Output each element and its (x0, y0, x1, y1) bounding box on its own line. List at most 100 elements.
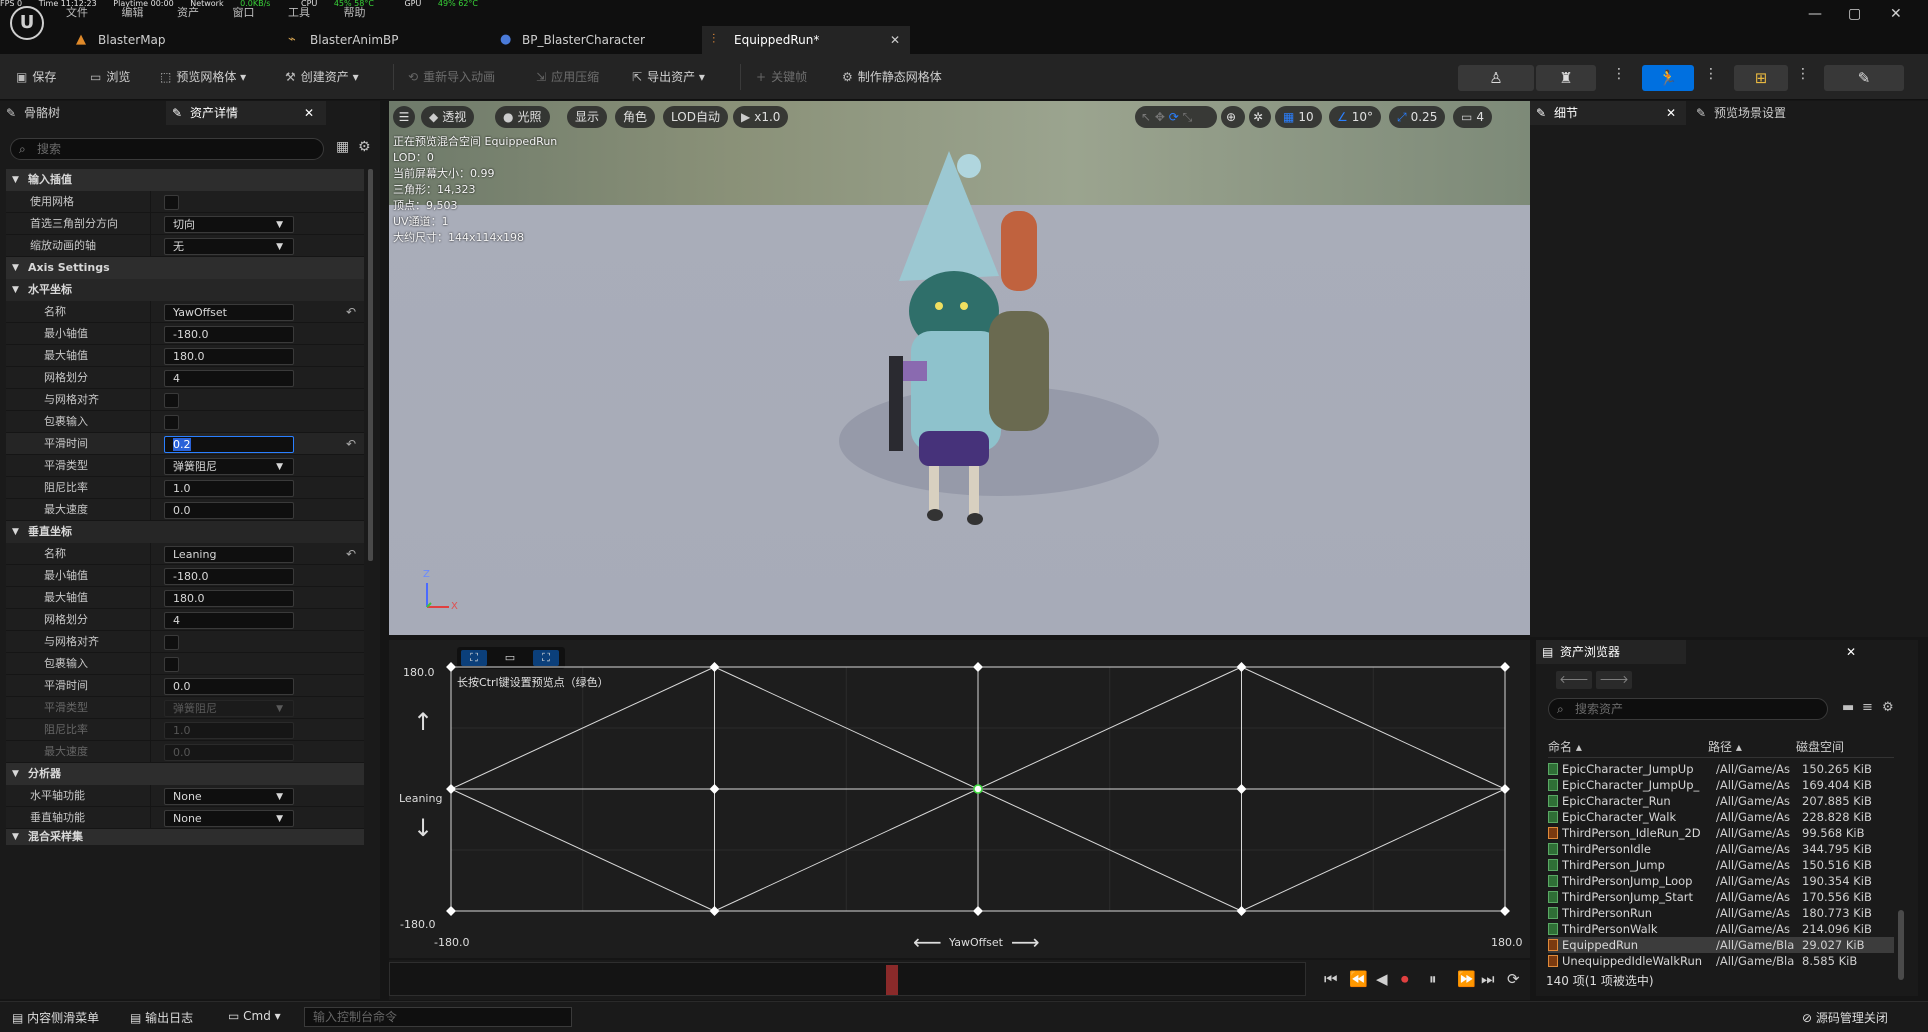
category-horizontal-axis[interactable]: ▼ 水平坐标 (6, 279, 364, 301)
output-log-button[interactable]: ▤ 输出日志 (130, 1009, 193, 1026)
menu-window[interactable]: 窗口 (233, 6, 255, 19)
menu-edit[interactable]: 编辑 (122, 6, 144, 19)
sample-point[interactable] (446, 906, 456, 916)
tab-blastermap[interactable]: ▲ BlasterMap (66, 26, 276, 54)
v-smoothing-time-input[interactable]: 0.0 (164, 678, 294, 695)
export-asset-button[interactable]: ⇱ 导出资产 ▾ (632, 65, 705, 89)
v-snap-checkbox[interactable] (164, 635, 179, 650)
category-blend-samples[interactable]: ▼ 混合采样集 (6, 829, 364, 845)
browse-button[interactable]: ▭ 浏览 (90, 65, 130, 89)
v-max-input[interactable]: 180.0 (164, 590, 294, 607)
surface-snap-button[interactable]: ✲ (1249, 106, 1271, 128)
save-button[interactable]: ▣ 保存 (16, 65, 56, 89)
console-input[interactable]: 输入控制台命令 (304, 1007, 572, 1027)
sample-point[interactable] (446, 662, 456, 672)
animation-mode-button[interactable]: 🏃 (1642, 65, 1694, 91)
v-name-input[interactable]: Leaning (164, 546, 294, 563)
preview-mesh-button[interactable]: ⬚ 预览网格体 ▾ (160, 65, 246, 89)
folder-icon[interactable]: ▬ (1842, 700, 1854, 715)
h-name-input[interactable]: YawOffset (164, 304, 294, 321)
mesh-mode-options-icon[interactable]: ⋮ (1612, 66, 1626, 82)
column-path[interactable]: 路径 ▴ (1708, 738, 1742, 756)
content-drawer-button[interactable]: ▤ 内容侧滑菜单 (12, 1009, 99, 1026)
triangulation-direction-dropdown[interactable]: 切向 ▼ (164, 216, 294, 233)
use-grid-checkbox[interactable] (164, 195, 179, 210)
unreal-logo-icon[interactable]: U (10, 6, 44, 40)
sample-point[interactable] (1236, 784, 1247, 794)
sample-point[interactable] (1236, 662, 1247, 672)
details-scrollbar[interactable] (368, 169, 373, 561)
asset-row[interactable]: EpicCharacter_Run/All/Game/As 207.885 KiB (1548, 793, 1894, 809)
play-rate-button[interactable]: ▶ x1.0 (733, 106, 789, 128)
category-analysis[interactable]: ▼ 分析器 (6, 763, 364, 785)
sample-point[interactable] (973, 662, 983, 672)
sample-point[interactable] (1500, 662, 1510, 672)
close-details-icon[interactable]: ✕ (1666, 101, 1676, 125)
settings-icon[interactable]: ⚙ (358, 139, 371, 155)
asset-row[interactable]: ThirdPersonJump_Loop/All/Game/As 190.354 … (1548, 873, 1894, 889)
skip-end-icon[interactable]: ⏭ (1481, 970, 1495, 988)
loop-icon[interactable]: ⟳ (1507, 970, 1520, 988)
asset-row[interactable]: ThirdPersonJump_Start/All/Game/As 170.556… (1548, 889, 1894, 905)
sample-point[interactable] (709, 784, 720, 794)
physics-mode-button[interactable]: ✎ (1824, 65, 1904, 91)
h-min-input[interactable]: -180.0 (164, 326, 294, 343)
asset-list-scrollbar[interactable] (1898, 910, 1904, 980)
sample-point[interactable] (1236, 906, 1247, 916)
record-icon[interactable]: ⏺ (1401, 970, 1409, 988)
close-browser-icon[interactable]: ✕ (1846, 640, 1856, 664)
apply-compression-button[interactable]: ⇲ 应用压缩 (536, 65, 599, 89)
sample-point[interactable] (446, 784, 456, 794)
h-snap-checkbox[interactable] (164, 393, 179, 408)
h-divisions-input[interactable]: 4 (164, 370, 294, 387)
menu-help[interactable]: 帮助 (344, 6, 366, 19)
h-smoothing-time-input[interactable]: 0.2 (164, 436, 294, 453)
blueprint-mode-button[interactable]: ⊞ (1734, 65, 1788, 91)
asset-row[interactable]: EpicCharacter_JumpUp_ /All/Game/As 169.404… (1548, 777, 1894, 793)
category-axis-settings[interactable]: ▼ Axis Settings (6, 257, 364, 279)
create-asset-button[interactable]: ⚒ 创建资产 ▾ (285, 65, 359, 89)
reset-icon[interactable]: ↶ (346, 433, 356, 455)
skeleton-mode-button[interactable]: ♙ (1458, 65, 1534, 91)
asset-row[interactable]: ThirdPersonRun/All/Game/As 180.773 KiB (1548, 905, 1894, 921)
menu-asset[interactable]: 资产 (177, 6, 199, 19)
close-button[interactable]: ✕ (1890, 6, 1902, 22)
close-tab-icon[interactable]: ✕ (890, 26, 900, 54)
menu-file[interactable]: 文件 (66, 6, 88, 19)
timeline-track[interactable] (389, 962, 1306, 996)
reset-icon[interactable]: ↶ (346, 301, 356, 323)
tab-asset-details[interactable]: ✎ 资产详情 ✕ (166, 101, 326, 125)
key-button[interactable]: + 关键帧 (756, 65, 807, 89)
step-forward-icon[interactable]: ⏩ (1457, 970, 1476, 988)
blueprint-mode-options-icon[interactable]: ⋮ (1796, 66, 1810, 82)
scale-axis-dropdown[interactable]: 无 ▼ (164, 238, 294, 255)
animation-mode-options-icon[interactable]: ⋮ (1704, 66, 1718, 82)
asset-row[interactable]: ThirdPerson_IdleRun_2D/All/Game/As 99.568… (1548, 825, 1894, 841)
menu-tools[interactable]: 工具 (288, 6, 310, 19)
rotation-snap-button[interactable]: ∠ 10° (1329, 106, 1382, 128)
v-divisions-input[interactable]: 4 (164, 612, 294, 629)
asset-row[interactable]: EpicCharacter_JumpUp/All/Game/As 150.265 … (1548, 761, 1894, 777)
v-axis-function-dropdown[interactable]: None ▼ (164, 810, 294, 827)
category-vertical-axis[interactable]: ▼ 垂直坐标 (6, 521, 364, 543)
sample-point[interactable] (709, 662, 720, 672)
filter-icon[interactable]: ≡ (1862, 700, 1873, 715)
skip-start-icon[interactable]: ⏮ (1324, 970, 1338, 988)
tab-equippedrun[interactable]: ⫶ EquippedRun* ✕ (702, 26, 910, 54)
blendspace-editor[interactable]: ⛶ ▭ ⛶ 长按Ctrl键设置预览点（绿色） 180.0 -180.0 ↑ Le… (389, 640, 1530, 958)
lit-button[interactable]: ● 光照 (495, 106, 550, 128)
back-icon[interactable]: 🡐 (1556, 671, 1592, 689)
sample-point[interactable] (973, 906, 983, 916)
scale-snap-button[interactable]: ⤢ 0.25 (1389, 106, 1446, 128)
v-min-input[interactable]: -180.0 (164, 568, 294, 585)
preview-viewport[interactable]: 正在预览混合空间 EquippedRun LOD：0 当前屏幕大小：0.99 三… (389, 101, 1530, 635)
tab-blasteranimbp[interactable]: ⌁ BlasterAnimBP (278, 26, 488, 54)
details-search-input[interactable]: ⌕ 搜索 (10, 138, 324, 160)
h-axis-function-dropdown[interactable]: None ▼ (164, 788, 294, 805)
tab-preview-scene-settings[interactable]: ✎ 预览场景设置 (1690, 101, 1870, 125)
viewport-menu-button[interactable]: ☰ (393, 106, 415, 128)
h-damping-input[interactable]: 1.0 (164, 480, 294, 497)
reimport-button[interactable]: ⟲ 重新导入动画 (408, 65, 495, 89)
forward-icon[interactable]: 🡒 (1596, 671, 1632, 689)
show-button[interactable]: 显示 (567, 106, 608, 128)
